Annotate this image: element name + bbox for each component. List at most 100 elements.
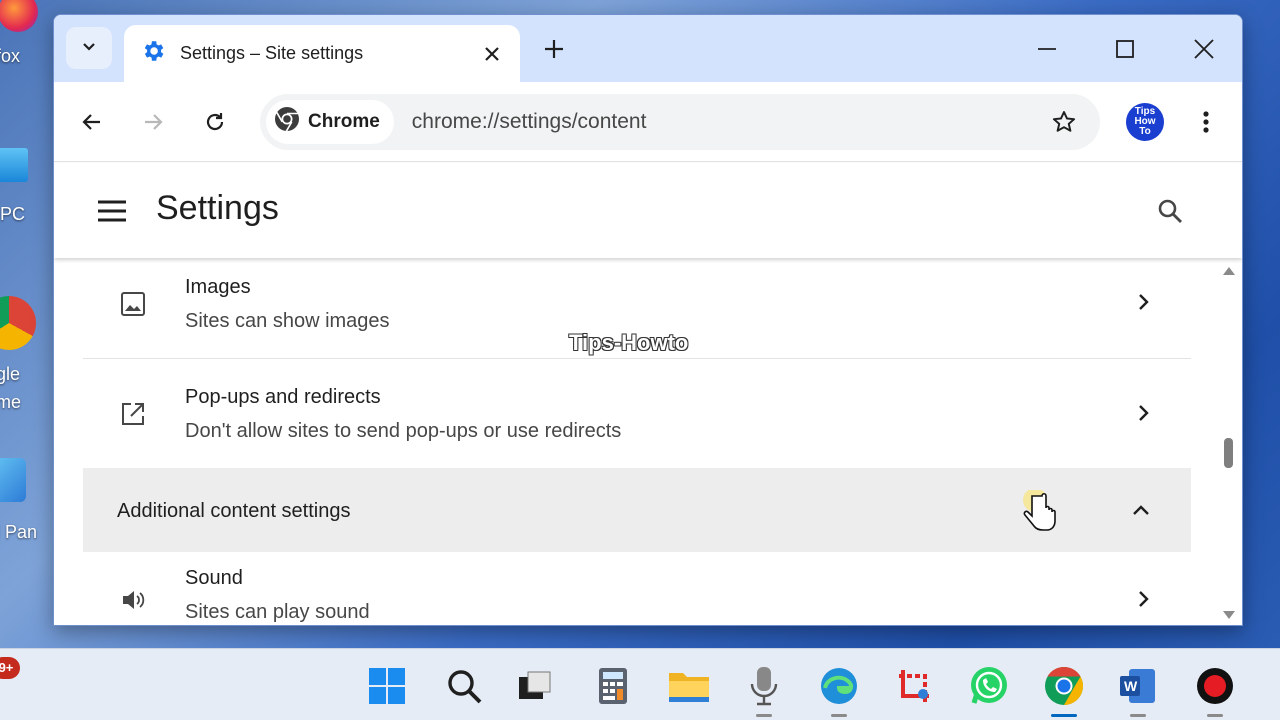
active-indicator [1051, 714, 1077, 717]
plus-icon [545, 40, 563, 58]
reload-icon [206, 113, 224, 131]
voice-recorder-button[interactable] [743, 665, 785, 717]
speaker-icon [119, 586, 147, 614]
hand-cursor-icon [1021, 488, 1061, 545]
chrome-taskbar-button[interactable] [1043, 665, 1085, 717]
image-icon [119, 290, 147, 318]
gear-icon [140, 38, 166, 69]
desktop-icon-control-panel[interactable]: ol Pan [0, 458, 52, 543]
desktop-icon-this-pc[interactable]: s PC [0, 148, 52, 225]
open-in-new-icon [119, 400, 147, 428]
scrollbar[interactable] [1220, 266, 1238, 622]
windows-start-icon [369, 668, 405, 704]
close-icon [485, 46, 499, 61]
start-button[interactable] [366, 665, 408, 707]
screen-recorder-button[interactable] [1194, 665, 1236, 717]
search-icon [448, 670, 482, 704]
word-icon: W [1120, 669, 1155, 703]
chevron-up-icon [1127, 496, 1155, 524]
tab-search-button[interactable] [66, 27, 112, 69]
record-icon [1197, 668, 1233, 704]
svg-text:W: W [1124, 678, 1138, 694]
row-subtitle: Sites can show images [185, 310, 390, 332]
close-icon [1194, 39, 1214, 59]
running-indicator [756, 714, 772, 717]
close-window-button[interactable] [1181, 29, 1227, 69]
back-button[interactable] [72, 102, 112, 142]
calculator-button[interactable] [592, 665, 634, 707]
notification-badge[interactable]: 9+ [0, 657, 20, 679]
hamburger-menu-icon [98, 200, 126, 222]
row-subtitle: Sites can play sound [185, 601, 370, 623]
tab-strip: Settings – Site settings [54, 15, 1242, 82]
chrome-icon [1045, 666, 1084, 706]
taskbar: 9+ W [0, 648, 1280, 720]
main-menu-button[interactable] [92, 193, 132, 229]
file-explorer-button[interactable] [668, 665, 710, 707]
scroll-up-arrow-icon [1223, 267, 1235, 275]
list-item-popups[interactable]: Pop-ups and redirects Don't allow sites … [83, 359, 1191, 467]
row-subtitle: Don't allow sites to send pop-ups or use… [185, 420, 622, 442]
site-info-chip[interactable]: Chrome [266, 100, 394, 144]
page-title: Settings [156, 189, 279, 227]
address-bar[interactable]: Chrome chrome://settings/content [260, 94, 1100, 150]
new-tab-button[interactable] [538, 33, 570, 65]
running-indicator [1130, 714, 1146, 717]
chrome-icon [0, 296, 36, 350]
reload-button[interactable] [195, 102, 235, 142]
profile-avatar[interactable]: Tips How To [1126, 103, 1164, 141]
arrow-right-icon [145, 114, 163, 130]
whatsapp-icon [971, 667, 1007, 704]
whatsapp-button[interactable] [968, 665, 1010, 707]
monitor-icon [0, 148, 28, 182]
sound-card: Sound Sites can play sound [83, 552, 1191, 625]
calculator-icon [599, 668, 627, 704]
browser-window: Settings – Site settings Chrome chrome:/… [53, 14, 1243, 626]
word-button[interactable]: W [1117, 665, 1159, 717]
maximize-icon [1116, 40, 1134, 58]
row-title: Images [185, 276, 251, 298]
star-icon [1052, 111, 1076, 132]
tab-title: Settings – Site settings [180, 43, 364, 63]
running-indicator [1207, 714, 1223, 717]
desktop-icon-firefox[interactable]: efox [0, 0, 52, 67]
minimize-icon [1038, 48, 1056, 50]
scrollbar-thumb[interactable] [1224, 438, 1233, 468]
snipping-tool-icon [899, 670, 929, 702]
browser-menu-button[interactable] [1188, 102, 1224, 142]
edge-button[interactable] [818, 665, 860, 717]
bookmark-star-button[interactable] [1044, 102, 1084, 142]
more-vert-icon [1203, 111, 1209, 133]
taskbar-search-button[interactable] [443, 665, 485, 707]
settings-header: Settings [54, 163, 1242, 258]
search-settings-button[interactable] [1150, 191, 1190, 231]
microphone-icon [750, 667, 778, 706]
forward-button[interactable] [133, 102, 173, 142]
chevron-right-icon [1129, 399, 1157, 427]
chevron-down-icon [81, 38, 97, 59]
chevron-right-icon [1129, 585, 1157, 613]
row-title: Sound [185, 567, 243, 589]
task-view-button[interactable] [514, 665, 556, 707]
chevron-right-icon [1129, 288, 1157, 316]
list-item-sound[interactable]: Sound Sites can play sound [83, 552, 1191, 625]
chrome-logo-icon [274, 106, 300, 138]
search-icon [1158, 199, 1182, 223]
watermark-text: Tips-Howto [569, 330, 689, 355]
chip-label: Chrome [308, 111, 380, 132]
desktop-icon-google-chrome[interactable]: ogle ome [0, 296, 52, 416]
tab-settings[interactable]: Settings – Site settings [124, 25, 520, 82]
maximize-button[interactable] [1102, 29, 1148, 69]
additional-settings-label: Additional content settings [117, 500, 351, 522]
additional-content-settings-toggle[interactable]: Additional content settings [83, 468, 1191, 552]
settings-content: Images Sites can show images Pop-ups and… [54, 258, 1242, 625]
scroll-down-arrow-icon [1223, 611, 1235, 619]
close-tab-button[interactable] [480, 42, 504, 66]
url-text[interactable]: chrome://settings/content [412, 110, 1044, 134]
snipping-tool-button[interactable] [894, 665, 936, 707]
control-panel-icon [0, 458, 26, 502]
minimize-button[interactable] [1024, 29, 1070, 69]
firefox-icon [0, 0, 38, 32]
desktop-icon-label: ogle ome [0, 364, 22, 412]
file-explorer-icon [669, 673, 709, 702]
